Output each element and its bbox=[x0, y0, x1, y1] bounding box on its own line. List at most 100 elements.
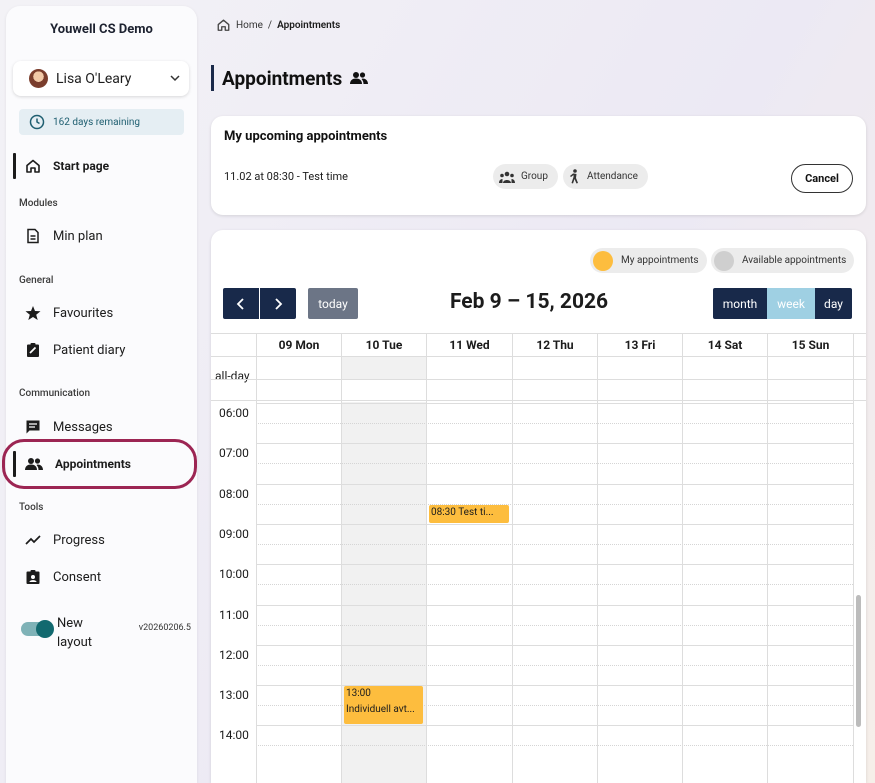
calendar-range-title: Feb 9 – 15, 2026 bbox=[450, 290, 609, 314]
new-layout-row: New layout v20260206.5 bbox=[19, 610, 191, 652]
home-icon[interactable] bbox=[216, 18, 231, 32]
column-line bbox=[512, 334, 513, 783]
chevron-left-icon bbox=[236, 297, 244, 310]
time-label: 08:00 bbox=[219, 486, 249, 501]
day-header: 15 Sun bbox=[767, 334, 853, 356]
column-line bbox=[767, 334, 768, 783]
cancel-button[interactable]: Cancel bbox=[791, 164, 853, 193]
upcoming-title: My upcoming appointments bbox=[224, 129, 388, 144]
page-title-text: Appointments bbox=[222, 66, 343, 90]
view-month-button[interactable]: month bbox=[713, 288, 767, 319]
week-grid: all-day 09 Mon 10 Tue 11 Wed 12 Thu 13 Fri 14… bbox=[211, 333, 866, 783]
section-modules: Modules bbox=[19, 198, 58, 209]
sidebar-item-label: Min plan bbox=[53, 228, 103, 244]
new-layout-label: New layout bbox=[57, 616, 93, 650]
appointment-name: - Test time bbox=[294, 170, 348, 183]
message-icon bbox=[26, 420, 40, 434]
diary-icon bbox=[27, 343, 39, 357]
new-layout-toggle[interactable] bbox=[21, 620, 54, 638]
group-chip: Group bbox=[493, 164, 558, 189]
days-remaining-text: 162 days remaining bbox=[53, 116, 141, 128]
next-week-button[interactable] bbox=[260, 288, 296, 319]
trending-up-icon bbox=[25, 535, 41, 545]
today-column-allday bbox=[341, 357, 426, 379]
event-title: Individuell avt... bbox=[346, 704, 415, 716]
day-header: 11 Wed bbox=[426, 334, 512, 356]
version-label: v20260206.5 bbox=[138, 623, 191, 633]
time-label: 12:00 bbox=[219, 647, 249, 662]
event-title: 08:30 Test ti... bbox=[431, 506, 494, 518]
column-line bbox=[426, 334, 427, 783]
event-time: 13:00 bbox=[346, 688, 371, 700]
today-button[interactable]: today bbox=[308, 288, 358, 319]
breadcrumb-current: Appointments bbox=[277, 19, 341, 31]
hour-line bbox=[256, 443, 853, 445]
half-hour-line bbox=[256, 503, 853, 505]
attendance-chip-label: Attendance bbox=[587, 171, 638, 182]
legend-dot-available bbox=[714, 250, 734, 271]
column-line bbox=[853, 334, 854, 783]
view-week-button[interactable]: week bbox=[767, 288, 815, 319]
section-tools: Tools bbox=[19, 502, 44, 513]
legend-dot-mine bbox=[593, 250, 613, 271]
half-hour-line bbox=[256, 584, 853, 586]
legend-available-appointments: Available appointments bbox=[711, 248, 855, 273]
view-switcher: month week day bbox=[713, 288, 852, 319]
group-chip-label: Group bbox=[521, 171, 548, 182]
sidebar-item-favourites[interactable]: Favourites bbox=[13, 296, 189, 330]
event-block[interactable]: 08:30 Test ti... bbox=[429, 504, 509, 523]
user-selector[interactable]: Lisa O'Leary bbox=[13, 61, 189, 96]
sidebar: Youwell CS Demo Lisa O'Leary 162 days re… bbox=[2, 6, 197, 783]
sidebar-item-label: Consent bbox=[53, 569, 102, 585]
attendance-chip: Attendance bbox=[563, 164, 648, 189]
calendar-scrollbar[interactable] bbox=[856, 595, 861, 727]
time-label: 13:00 bbox=[219, 688, 249, 703]
highlight-ring bbox=[2, 439, 197, 489]
legend-label: Available appointments bbox=[742, 255, 847, 266]
hour-line bbox=[256, 725, 853, 727]
sidebar-item-label: Patient diary bbox=[53, 342, 126, 358]
section-general: General bbox=[19, 275, 54, 286]
sidebar-item-label: Progress bbox=[53, 532, 105, 548]
upcoming-appointments-card: My upcoming appointments 11.02 at 08:30 … bbox=[211, 116, 866, 215]
day-header: 10 Tue bbox=[341, 334, 426, 356]
user-name: Lisa O'Leary bbox=[56, 70, 132, 87]
chevron-down-icon bbox=[170, 75, 180, 82]
hour-line bbox=[256, 644, 853, 646]
half-hour-line bbox=[256, 543, 853, 545]
column-line bbox=[597, 334, 598, 783]
column-line bbox=[341, 334, 342, 783]
days-remaining-badge: 162 days remaining bbox=[19, 109, 184, 135]
time-label: 14:00 bbox=[219, 728, 249, 743]
clock-icon bbox=[29, 114, 45, 130]
star-icon bbox=[25, 306, 41, 320]
groups-icon bbox=[499, 171, 515, 183]
breadcrumb-home[interactable]: Home bbox=[236, 20, 263, 31]
sidebar-item-label: Start page bbox=[53, 159, 110, 173]
column-line bbox=[682, 334, 683, 783]
day-header: 09 Mon bbox=[256, 334, 341, 356]
sidebar-item-start-page[interactable]: Start page bbox=[13, 149, 189, 183]
column-line bbox=[256, 334, 257, 783]
chevron-right-icon bbox=[275, 297, 283, 310]
document-icon bbox=[27, 228, 39, 244]
page-title: Appointments bbox=[211, 65, 369, 91]
hour-line bbox=[256, 483, 853, 485]
section-communication: Communication bbox=[19, 388, 91, 399]
hour-line bbox=[256, 564, 853, 566]
half-hour-line bbox=[256, 745, 853, 747]
appointment-date: 11.02 at 08:30 bbox=[224, 170, 295, 183]
hour-line bbox=[256, 604, 853, 606]
sidebar-item-progress[interactable]: Progress bbox=[13, 523, 189, 557]
sidebar-item-min-plan[interactable]: Min plan bbox=[13, 219, 189, 253]
prev-week-button[interactable] bbox=[223, 288, 259, 319]
day-header: 14 Sat bbox=[682, 334, 767, 356]
legend-label: My appointments bbox=[621, 255, 699, 266]
sidebar-item-patient-diary[interactable]: Patient diary bbox=[13, 333, 189, 367]
event-block[interactable]: 13:00 Individuell avt... bbox=[344, 686, 423, 725]
day-header: 13 Fri bbox=[597, 334, 682, 356]
allday-label: all-day bbox=[215, 369, 250, 383]
sidebar-item-consent[interactable]: Consent bbox=[13, 560, 189, 594]
view-day-button[interactable]: day bbox=[815, 288, 852, 319]
upcoming-appointment: 11.02 at 08:30 - Test time bbox=[224, 170, 348, 183]
